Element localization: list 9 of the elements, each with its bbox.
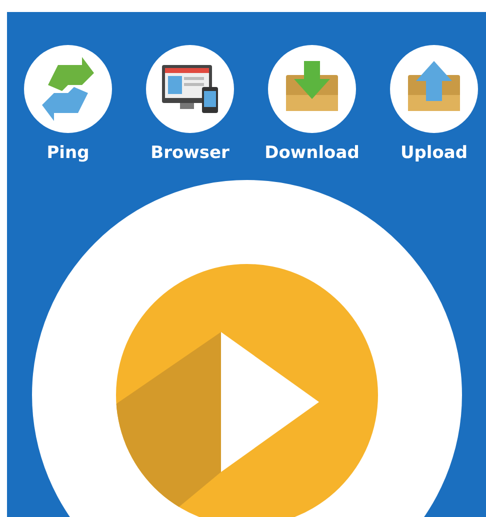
upload-tray-icon bbox=[390, 45, 478, 133]
tool-button[interactable]: Upload bbox=[390, 45, 478, 163]
monitor-phone-icon bbox=[146, 45, 234, 133]
tool-button[interactable]: Download bbox=[264, 45, 360, 163]
download-tray-icon bbox=[268, 45, 356, 133]
play-icon bbox=[116, 264, 378, 517]
tool-button[interactable]: Browser bbox=[146, 45, 234, 163]
arrows-icon bbox=[24, 45, 112, 133]
tool-button[interactable]: Ping bbox=[24, 45, 112, 163]
